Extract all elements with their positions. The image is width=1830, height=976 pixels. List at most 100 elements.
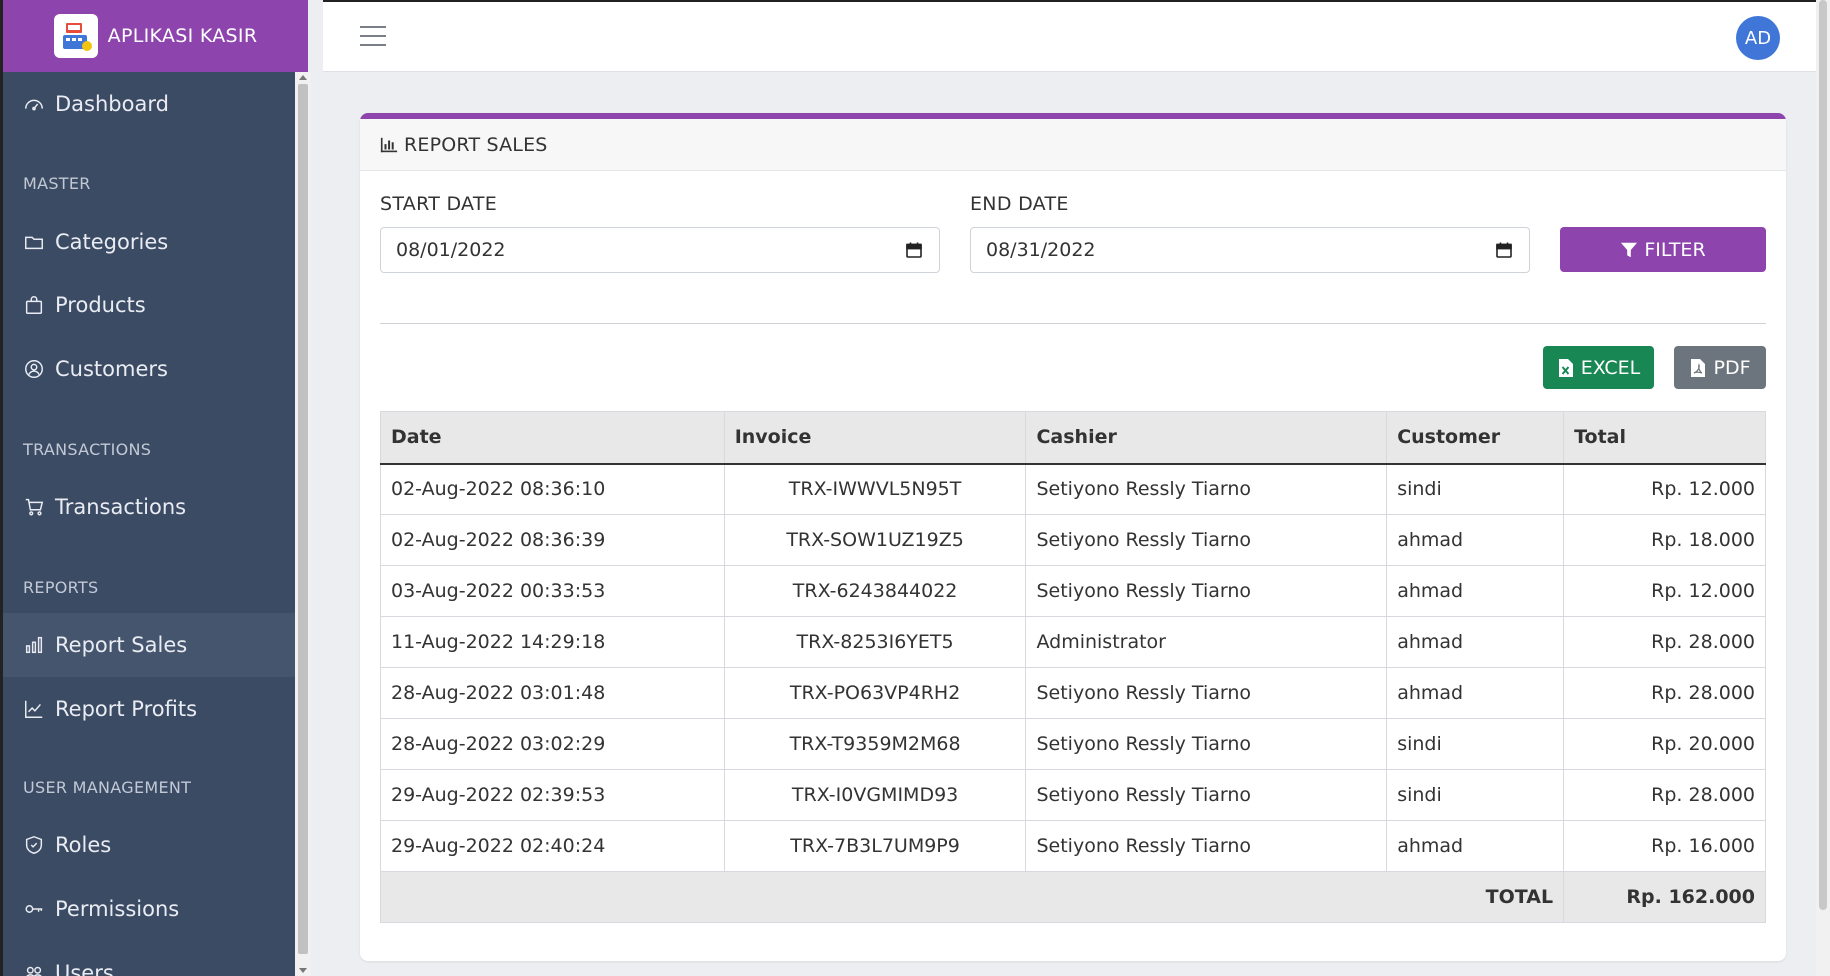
- calendar-icon[interactable]: [905, 241, 923, 259]
- table-row: 11-Aug-2022 14:29:18 TRX-8253I6YET5 Admi…: [380, 616, 1766, 668]
- table-row: 28-Aug-2022 03:02:29 TRX-T9359M2M68 Seti…: [380, 718, 1766, 770]
- column-header-cashier[interactable]: Cashier: [1025, 411, 1388, 465]
- cell-cashier: Setiyono Ressly Tiarno: [1025, 463, 1388, 515]
- cell-cashier: Setiyono Ressly Tiarno: [1025, 820, 1388, 872]
- sidebar-item-label: Dashboard: [55, 92, 169, 116]
- cell-invoice: TRX-T9359M2M68: [723, 718, 1027, 770]
- sidebar-item-label: Users: [55, 961, 114, 976]
- scroll-up-arrow[interactable]: [299, 75, 307, 80]
- table-row: 28-Aug-2022 03:01:48 TRX-PO63VP4RH2 Seti…: [380, 667, 1766, 719]
- cell-cashier: Setiyono Ressly Tiarno: [1025, 667, 1388, 719]
- calendar-icon[interactable]: [1495, 241, 1513, 259]
- page-scroll-thumb[interactable]: [1819, 0, 1827, 910]
- section-title-user-management: USER MANAGEMENT: [23, 778, 192, 797]
- sidebar-item-categories[interactable]: Categories: [3, 210, 307, 274]
- cell-customer: ahmad: [1386, 514, 1565, 566]
- cell-cashier: Setiyono Ressly Tiarno: [1025, 514, 1388, 566]
- end-date-value: 08/31/2022: [986, 239, 1096, 261]
- cell-date: 29-Aug-2022 02:39:53: [380, 769, 725, 821]
- cell-invoice: TRX-6243844022: [723, 565, 1027, 617]
- user-circle-icon: [25, 360, 43, 378]
- start-date-input[interactable]: 08/01/2022: [380, 227, 940, 273]
- scroll-down-arrow[interactable]: [299, 968, 307, 973]
- cell-total: Rp. 20.000: [1563, 718, 1766, 770]
- end-date-input[interactable]: 08/31/2022: [970, 227, 1530, 273]
- cell-total: Rp. 12.000: [1563, 463, 1766, 515]
- table-header-row: Date Invoice Cashier Customer Total: [380, 411, 1766, 465]
- cell-cashier: Setiyono Ressly Tiarno: [1025, 565, 1388, 617]
- sidebar-item-label: Products: [55, 293, 146, 317]
- pdf-button-label: PDF: [1713, 356, 1751, 379]
- sidebar-scroll-thumb[interactable]: [298, 84, 308, 954]
- sidebar-item-users[interactable]: Users: [3, 941, 307, 976]
- cell-total: Rp. 28.000: [1563, 769, 1766, 821]
- card-title: REPORT SALES: [404, 133, 548, 156]
- file-pdf-icon: [1691, 358, 1706, 377]
- total-value: Rp. 162.000: [1563, 871, 1766, 923]
- table-row: 29-Aug-2022 02:39:53 TRX-I0VGMIMD93 Seti…: [380, 769, 1766, 821]
- folder-icon: [25, 236, 43, 250]
- start-date-label: START DATE: [380, 193, 498, 215]
- cell-cashier: Administrator: [1025, 616, 1388, 668]
- brand[interactable]: APLIKASI KASIR: [3, 0, 308, 72]
- end-date-label: END DATE: [970, 193, 1069, 215]
- cell-date: 03-Aug-2022 00:33:53: [380, 565, 725, 617]
- cell-invoice: TRX-SOW1UZ19Z5: [723, 514, 1027, 566]
- key-icon: [25, 905, 43, 913]
- section-title-transactions: TRANSACTIONS: [23, 440, 152, 459]
- column-header-date[interactable]: Date: [380, 411, 725, 465]
- cell-invoice: TRX-PO63VP4RH2: [723, 667, 1027, 719]
- sidebar-item-dashboard[interactable]: Dashboard: [3, 72, 307, 136]
- report-sales-card: REPORT SALES START DATE 08/01/2022 END D…: [360, 113, 1786, 961]
- column-header-invoice[interactable]: Invoice: [723, 411, 1027, 465]
- sidebar: APLIKASI KASIR Dashboard MASTER Categori…: [0, 0, 311, 976]
- cart-icon: [25, 498, 44, 516]
- sidebar-item-report-sales[interactable]: Report Sales: [3, 613, 307, 677]
- hamburger-menu-icon[interactable]: [360, 26, 386, 48]
- cell-total: Rp. 28.000: [1563, 667, 1766, 719]
- cell-invoice: TRX-IWWVL5N95T: [723, 463, 1027, 515]
- cell-date: 28-Aug-2022 03:01:48: [380, 667, 725, 719]
- cell-cashier: Setiyono Ressly Tiarno: [1025, 769, 1388, 821]
- sidebar-item-label: Permissions: [55, 897, 180, 921]
- page-scrollbar[interactable]: [1816, 0, 1830, 976]
- filter-button[interactable]: FILTER: [1560, 227, 1766, 272]
- app-title: APLIKASI KASIR: [107, 25, 258, 47]
- sidebar-item-customers[interactable]: Customers: [3, 337, 307, 401]
- cell-customer: sindi: [1386, 769, 1565, 821]
- bar-chart-icon: [380, 137, 398, 152]
- column-header-total[interactable]: Total: [1563, 411, 1766, 465]
- cell-invoice: TRX-8253I6YET5: [723, 616, 1027, 668]
- table-row: 29-Aug-2022 02:40:24 TRX-7B3L7UM9P9 Seti…: [380, 820, 1766, 872]
- file-excel-icon: [1558, 358, 1573, 377]
- line-chart-icon: [25, 700, 43, 718]
- section-title-reports: REPORTS: [23, 578, 99, 597]
- filter-button-label: FILTER: [1644, 238, 1706, 261]
- cell-customer: ahmad: [1386, 616, 1565, 668]
- excel-button[interactable]: EXCEL: [1543, 346, 1654, 389]
- sidebar-item-report-profits[interactable]: Report Profits: [3, 677, 307, 741]
- sidebar-item-transactions[interactable]: Transactions: [3, 475, 307, 539]
- sidebar-item-label: Report Profits: [55, 697, 198, 721]
- sidebar-nav: Dashboard MASTER Categories Products Cus…: [3, 72, 311, 976]
- sidebar-scrollbar[interactable]: [295, 72, 311, 976]
- top-header: AD: [323, 0, 1830, 72]
- cell-invoice: TRX-I0VGMIMD93: [723, 769, 1027, 821]
- pdf-button[interactable]: PDF: [1674, 346, 1766, 389]
- sidebar-item-roles[interactable]: Roles: [3, 813, 307, 877]
- cell-customer: ahmad: [1386, 667, 1565, 719]
- column-header-customer[interactable]: Customer: [1386, 411, 1565, 465]
- sidebar-item-label: Categories: [55, 230, 169, 254]
- cell-total: Rp. 16.000: [1563, 820, 1766, 872]
- sidebar-item-products[interactable]: Products: [3, 273, 307, 337]
- sidebar-item-permissions[interactable]: Permissions: [3, 877, 307, 941]
- sidebar-item-label: Report Sales: [55, 633, 188, 657]
- cell-invoice: TRX-7B3L7UM9P9: [723, 820, 1027, 872]
- cell-date: 02-Aug-2022 08:36:39: [380, 514, 725, 566]
- divider: [380, 323, 1766, 324]
- avatar[interactable]: AD: [1736, 16, 1780, 60]
- excel-button-label: EXCEL: [1580, 356, 1641, 379]
- sidebar-item-label: Transactions: [55, 495, 187, 519]
- sales-table: Date Invoice Cashier Customer Total 02-A…: [379, 411, 1766, 923]
- cell-customer: ahmad: [1386, 820, 1565, 872]
